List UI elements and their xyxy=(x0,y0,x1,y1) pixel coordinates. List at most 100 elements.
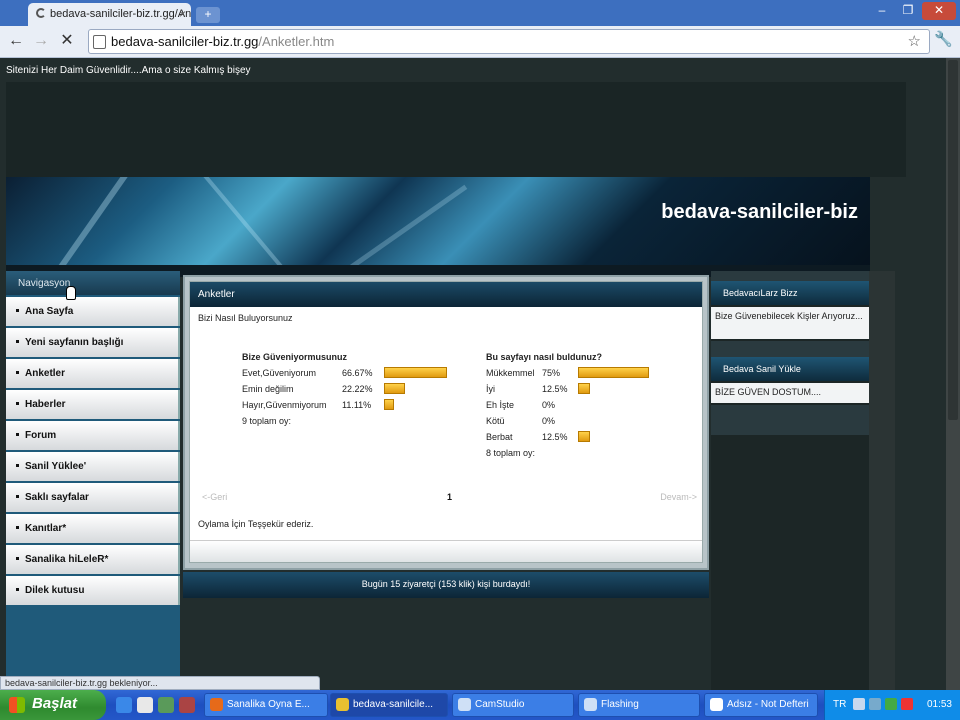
status-bubble: bedava-sanilciler-biz.tr.gg bekleniyor..… xyxy=(0,676,320,690)
next-link[interactable]: Devam-> xyxy=(660,492,697,502)
poll-option: Kötü 0% xyxy=(486,416,556,426)
poll-bar xyxy=(578,367,649,378)
nav-item-sanil-yukle[interactable]: Sanil Yüklee' xyxy=(6,452,180,481)
site-title: bedava-sanilciler-biz xyxy=(661,201,858,223)
poll-option: Hayır,Güvenmiyorum 11.11% xyxy=(242,398,452,414)
prev-link[interactable]: <-Geri xyxy=(202,492,227,502)
url-path: /Anketler.htm xyxy=(258,34,335,49)
stop-button[interactable]: ✕ xyxy=(56,30,78,52)
clock: 01:53 xyxy=(926,699,952,710)
poll-option: İyi 12.5% xyxy=(486,382,696,398)
show-desktop-icon[interactable] xyxy=(158,697,174,713)
nav-item-sakli-sayfalar[interactable]: Saklı sayfalar xyxy=(6,483,180,512)
taskbar-button-notepad[interactable]: Adsız - Not Defteri xyxy=(704,693,818,717)
right-edge-panel xyxy=(869,271,895,690)
camstudio-icon xyxy=(458,698,471,711)
page-scrollbar[interactable] xyxy=(946,58,960,690)
new-tab-button[interactable]: + xyxy=(196,7,220,23)
tab-close-icon[interactable]: × xyxy=(179,7,186,21)
poll-bar xyxy=(578,383,590,394)
chrome-icon xyxy=(336,698,349,711)
page-icon xyxy=(93,35,106,49)
poll-option: Eh İşte 0% xyxy=(486,400,556,410)
nav-item-haberler[interactable]: Haberler xyxy=(6,390,180,419)
tray-icon[interactable] xyxy=(885,698,897,710)
back-button[interactable]: ← xyxy=(5,30,27,52)
right-box1-title: BedavacıLarz Bizz xyxy=(711,281,869,305)
flashing-icon xyxy=(584,698,597,711)
url-host: bedava-sanilciler-biz.tr.gg xyxy=(111,34,259,49)
quick-launch-icon[interactable] xyxy=(179,697,195,713)
poll-bar xyxy=(384,399,394,410)
visitor-counter: Bugün 15 ziyaretçi (153 klik) kişi burda… xyxy=(183,572,709,598)
thanks-text: Oylama İçin Teşşekür ederiz. xyxy=(198,519,314,529)
polls-panel: Anketler Bizi Nasıl Buluyorsunuz Bize Gü… xyxy=(189,281,703,563)
taskbar-button-browser[interactable]: bedava-sanilcile... xyxy=(330,693,448,717)
system-tray: TR 01:53 xyxy=(824,690,960,720)
notepad-icon xyxy=(710,698,723,711)
tray-icon[interactable] xyxy=(901,698,913,710)
tab-title: bedava-sanilciler-biz.tr.gg/Anl xyxy=(50,8,191,20)
left-sidebar: Navigasyon Ana Sayfa Yeni sayfanın başlı… xyxy=(6,271,180,690)
poll-bar xyxy=(384,367,447,378)
close-window-button[interactable]: ✕ xyxy=(922,2,956,20)
nav-heading: Navigasyon xyxy=(6,271,180,295)
site-header: bedava-sanilciler-biz xyxy=(6,177,870,265)
tray-icon[interactable] xyxy=(869,698,881,710)
mouse-cursor-icon xyxy=(66,286,76,300)
nav-item-dilek-kutusu[interactable]: Dilek kutusu xyxy=(6,576,180,605)
right-box1-text: Bize Güvenebilecek Kişler Arıyoruz... xyxy=(711,307,869,339)
panel-subtitle: Bizi Nasıl Buluyorsunuz xyxy=(198,313,293,323)
ie-icon[interactable] xyxy=(116,697,132,713)
poll-bar xyxy=(578,431,590,442)
forward-button[interactable]: → xyxy=(30,30,52,52)
poll-option: Emin değilim 22.22% xyxy=(242,382,452,398)
nav-list: Ana Sayfa Yeni sayfanın başlığı Anketler… xyxy=(6,297,180,607)
right-box2-title: Bedava Sanil Yükle xyxy=(711,357,869,381)
poll-bar xyxy=(384,383,405,394)
taskbar-button-flashing[interactable]: Flashing xyxy=(578,693,700,717)
poll-option: Berbat 12.5% xyxy=(486,430,696,446)
wrench-icon[interactable]: 🔧 xyxy=(934,30,953,48)
poll-question: Bu sayfayı nasıl buldunuz? xyxy=(486,352,603,362)
poll-site-rating: Bu sayfayı nasıl buldunuz? Mükkemmel 75%… xyxy=(486,352,696,458)
nav-item-yeni-sayfa[interactable]: Yeni sayfanın başlığı xyxy=(6,328,180,357)
top-banner-area xyxy=(6,82,906,177)
poll-total: 9 toplam oy: xyxy=(242,416,292,426)
nav-item-ana-sayfa[interactable]: Ana Sayfa xyxy=(6,297,180,326)
nav-item-anketler[interactable]: Anketler xyxy=(6,359,180,388)
nav-item-sanalika-hileler[interactable]: Sanalika hiLeleR* xyxy=(6,545,180,574)
maximize-button[interactable]: ❐ xyxy=(896,2,920,20)
loading-icon xyxy=(36,8,46,18)
browser-tab-bar: bedava-sanilciler-biz.tr.gg/Anl × + – ❐ … xyxy=(0,0,960,26)
right-sidebar: BedavacıLarz Bizz Bize Güvenebilecek Kiş… xyxy=(711,271,869,690)
panel-title: Anketler xyxy=(190,282,702,307)
panel-footer xyxy=(190,540,702,562)
top-note: Sitenizi Her Daim Güvenlidir....Ama o si… xyxy=(6,65,251,76)
start-button[interactable]: Başlat xyxy=(0,690,106,720)
poll-option: Mükkemmel 75% xyxy=(486,366,696,382)
minimize-button[interactable]: – xyxy=(870,2,894,20)
poll-option: Evet,Güveniyorum 66.67% xyxy=(242,366,452,382)
content-frame: Anketler Bizi Nasıl Buluyorsunuz Bize Gü… xyxy=(183,275,709,570)
browser-tab[interactable]: bedava-sanilciler-biz.tr.gg/Anl × xyxy=(28,3,191,26)
poll-question: Bize Güveniyormusunuz xyxy=(242,352,348,362)
address-bar[interactable]: bedava-sanilciler-biz.tr.gg/Anketler.htm… xyxy=(88,29,930,54)
poll-total: 8 toplam oy: xyxy=(486,448,536,458)
browser-toolbar: ← → ✕ bedava-sanilciler-biz.tr.gg/Anketl… xyxy=(0,26,960,58)
nav-item-kanitlar[interactable]: Kanıtlar* xyxy=(6,514,180,543)
taskbar: Başlat Sanalika Oyna E... bedava-sanilci… xyxy=(0,690,960,720)
chrome-icon[interactable] xyxy=(137,697,153,713)
tray-icon[interactable] xyxy=(853,698,865,710)
nav-item-forum[interactable]: Forum xyxy=(6,421,180,450)
language-indicator[interactable]: TR xyxy=(833,699,846,710)
windows-logo-icon xyxy=(9,697,25,713)
firefox-icon xyxy=(210,698,223,711)
page-number: 1 xyxy=(447,492,453,502)
web-page: Sitenizi Her Daim Güvenlidir....Ama o si… xyxy=(0,58,946,690)
poll-trust: Bize Güveniyormusunuz Evet,Güveniyorum 6… xyxy=(242,352,452,426)
taskbar-button-sanalika[interactable]: Sanalika Oyna E... xyxy=(204,693,328,717)
right-box2-text: BİZE GÜVEN DOSTUM.... xyxy=(711,383,869,403)
bookmark-star-icon[interactable]: ☆ xyxy=(908,32,921,50)
taskbar-button-camstudio[interactable]: CamStudio xyxy=(452,693,574,717)
